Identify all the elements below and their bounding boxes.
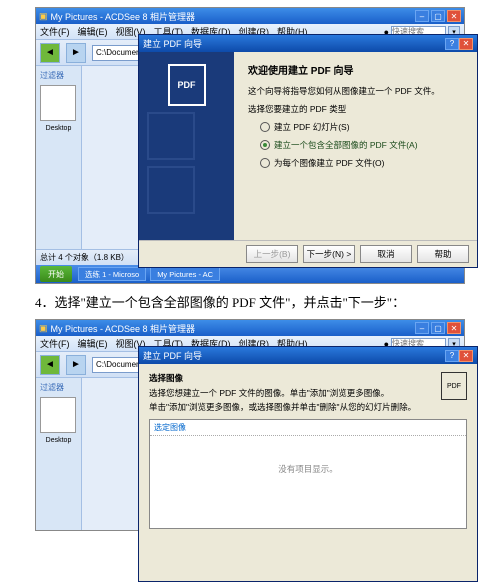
wizard-sidebar: PDF xyxy=(139,52,234,240)
prev-button: 上一步(B) xyxy=(246,245,298,263)
desktop-label: Desktop xyxy=(40,125,77,132)
app-title: My Pictures - ACDSee 8 相片管理器 xyxy=(51,10,196,23)
minimize-button[interactable]: – xyxy=(415,10,429,22)
dialog-close-button[interactable]: ✕ xyxy=(459,38,473,50)
nav-back-button[interactable]: ◄ xyxy=(40,43,60,63)
sidebar-filter-2: 过滤器 Desktop xyxy=(36,378,82,530)
status-count: 总计 4 个对象（1.8 KB） xyxy=(40,252,129,263)
desktop-label-2: Desktop xyxy=(40,437,77,444)
filter-title: 过滤器 xyxy=(40,70,77,81)
radio-label-1: 建立 PDF 幻灯片(S) xyxy=(274,121,350,133)
menu-edit[interactable]: 编辑(E) xyxy=(78,25,108,38)
radio-label-2: 建立一个包含全部图像的 PDF 文件(A) xyxy=(274,139,418,151)
dialog-close-button-2[interactable]: ✕ xyxy=(459,350,473,362)
close-button-2[interactable]: ✕ xyxy=(447,322,461,334)
help-button[interactable]: 帮助 xyxy=(417,245,469,263)
empty-message: 没有项目显示。 xyxy=(150,463,466,475)
filter-title-2: 过滤器 xyxy=(40,382,77,393)
nav-forward-button-2[interactable]: ► xyxy=(66,355,86,375)
dialog-titlebar-2: 建立 PDF 向导 ? ✕ xyxy=(139,347,477,364)
pdf-wizard-dialog: 建立 PDF 向导 ? ✕ PDF 欢迎使用建立 PDF 向导 这个向导将指导您… xyxy=(138,34,478,268)
folder-icon: ▣ xyxy=(39,11,48,22)
menu-file-2[interactable]: 文件(F) xyxy=(40,337,70,350)
wizard-heading: 欢迎使用建立 PDF 向导 xyxy=(248,62,467,77)
task-item-acdsee[interactable]: My Pictures - AC xyxy=(150,267,220,281)
radio-icon xyxy=(260,158,270,168)
wizard-intro: 这个向导将指导您如何从图像建立一个 PDF 文件。 xyxy=(248,85,467,97)
sidebar-filter: 过滤器 Desktop xyxy=(36,66,82,249)
radio-single-pdf[interactable]: 建立一个包含全部图像的 PDF 文件(A) xyxy=(260,139,467,151)
desktop-thumb-2[interactable] xyxy=(40,397,76,433)
menu-file[interactable]: 文件(F) xyxy=(40,25,70,38)
radio-per-image[interactable]: 为每个图像建立 PDF 文件(O) xyxy=(260,157,467,169)
menu-edit-2[interactable]: 编辑(E) xyxy=(78,337,108,350)
dialog-titlebar: 建立 PDF 向导 ? ✕ xyxy=(139,35,477,52)
maximize-button[interactable]: ▢ xyxy=(431,10,445,22)
pdf-icon: PDF xyxy=(168,64,206,106)
nav-forward-button[interactable]: ► xyxy=(66,43,86,63)
task-item-word[interactable]: 选练 1 - Microso xyxy=(78,267,146,281)
cancel-button[interactable]: 取消 xyxy=(360,245,412,263)
start-button[interactable]: 开始 xyxy=(40,266,72,282)
wizard2-desc2: 单击"添加"浏览更多图像，或选择图像并单击"删除"从您的幻灯片删除。 xyxy=(149,401,441,413)
list-header: 选定图像 xyxy=(150,420,466,436)
wizard2-desc1: 选择您想建立一个 PDF 文件的图像。单击"添加"浏览更多图像。 xyxy=(149,387,441,399)
app-titlebar-2: ▣ My Pictures - ACDSee 8 相片管理器 – ▢ ✕ xyxy=(36,320,464,336)
radio-icon xyxy=(260,122,270,132)
step-instruction: 4．选择"建立一个包含全部图像的 PDF 文件"，并点击"下一步"： xyxy=(35,292,465,311)
close-button[interactable]: ✕ xyxy=(447,10,461,22)
pdf-icon-small: PDF xyxy=(441,372,467,400)
pdf-wizard-dialog-2: 建立 PDF 向导 ? ✕ 选择图像 选择您想建立一个 PDF 文件的图像。单击… xyxy=(138,346,478,582)
folder-icon: ▣ xyxy=(39,323,48,334)
next-button[interactable]: 下一步(N) > xyxy=(303,245,355,263)
radio-icon xyxy=(260,140,270,150)
app-title-2: My Pictures - ACDSee 8 相片管理器 xyxy=(51,322,196,335)
radio-slideshow[interactable]: 建立 PDF 幻灯片(S) xyxy=(260,121,467,133)
dialog-help-button-2[interactable]: ? xyxy=(445,350,459,362)
wizard-prompt: 选择您要建立的 PDF 类型 xyxy=(248,103,467,115)
selected-images-list[interactable]: 选定图像 没有项目显示。 xyxy=(149,419,467,529)
radio-label-3: 为每个图像建立 PDF 文件(O) xyxy=(274,157,385,169)
dialog-title-2: 建立 PDF 向导 xyxy=(143,349,202,362)
app-titlebar: ▣ My Pictures - ACDSee 8 相片管理器 – ▢ ✕ xyxy=(36,8,464,24)
dialog-title: 建立 PDF 向导 xyxy=(143,37,202,50)
dialog-help-button[interactable]: ? xyxy=(445,38,459,50)
maximize-button-2[interactable]: ▢ xyxy=(431,322,445,334)
desktop-thumb[interactable] xyxy=(40,85,76,121)
wizard2-heading: 选择图像 xyxy=(149,372,441,384)
minimize-button-2[interactable]: – xyxy=(415,322,429,334)
nav-back-button-2[interactable]: ◄ xyxy=(40,355,60,375)
